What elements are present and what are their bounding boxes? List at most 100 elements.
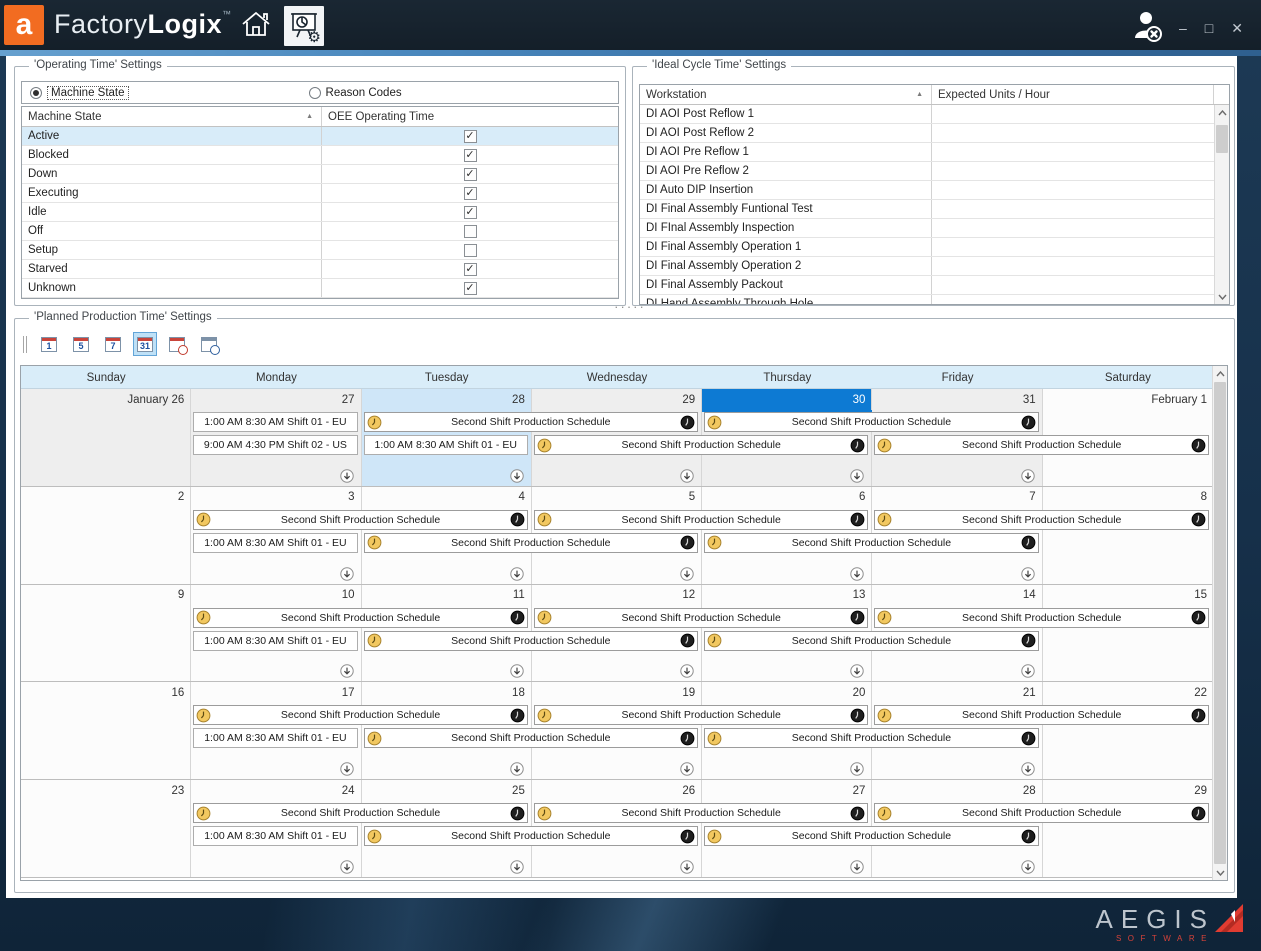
schedule-appointment[interactable]: Second Shift Production Schedule [364, 728, 699, 748]
machine-state-row[interactable]: Unknown✓ [22, 279, 618, 298]
scroll-down-button[interactable] [1213, 865, 1227, 880]
workstation-row[interactable]: DI Final Assembly Packout0 [640, 276, 1229, 295]
schedule-appointment[interactable]: Second Shift Production Schedule [704, 412, 1039, 432]
machine-state-row[interactable]: Down✓ [22, 165, 618, 184]
calendar-scrollbar[interactable] [1212, 366, 1227, 880]
schedule-appointment[interactable]: Second Shift Production Schedule [364, 826, 699, 846]
more-events-indicator[interactable] [680, 567, 694, 581]
schedule-appointment[interactable]: Second Shift Production Schedule [193, 803, 528, 823]
schedule-appointment[interactable]: Second Shift Production Schedule [874, 435, 1209, 455]
workstation-row[interactable]: DI AOI Post Reflow 10 [640, 105, 1229, 124]
workstation-row[interactable]: DI Final Assembly Operation 10 [640, 238, 1229, 257]
expected-units-per-hour-value[interactable]: 0 [932, 276, 1229, 294]
shift-appointment[interactable]: 1:00 AM 8:30 AM Shift 01 - EU [193, 826, 357, 846]
expected-units-per-hour-value[interactable]: 0 [932, 257, 1229, 275]
expected-units-per-hour-value[interactable]: 0 [932, 162, 1229, 180]
shift-appointment[interactable]: 1:00 AM 8:30 AM Shift 01 - EU [193, 728, 357, 748]
more-events-indicator[interactable] [1021, 469, 1035, 483]
time-scale-view-button[interactable] [197, 332, 221, 356]
more-events-indicator[interactable] [340, 469, 354, 483]
toolbar-drag-handle[interactable] [23, 336, 27, 353]
machine-state-row[interactable]: Active✓ [22, 127, 618, 146]
oee-operating-time-checkbox[interactable]: ✓ [464, 149, 477, 162]
more-events-indicator[interactable] [680, 762, 694, 776]
more-events-indicator[interactable] [850, 664, 864, 678]
schedule-appointment[interactable]: Second Shift Production Schedule [534, 510, 869, 530]
machine-state-row[interactable]: Blocked✓ [22, 146, 618, 165]
month-view-button[interactable]: 31 [133, 332, 157, 356]
shift-appointment[interactable]: 1:00 AM 8:30 AM Shift 01 - EU [364, 435, 528, 455]
calendar-day-cell[interactable]: 2 [21, 487, 191, 584]
more-events-indicator[interactable] [1021, 567, 1035, 581]
more-events-indicator[interactable] [680, 469, 694, 483]
more-events-indicator[interactable] [850, 860, 864, 874]
expected-units-per-hour-value[interactable]: 0 [932, 200, 1229, 218]
scroll-up-button[interactable] [1215, 105, 1229, 120]
calendar-day-cell[interactable]: 15 [1043, 585, 1213, 682]
oee-operating-time-checkbox[interactable] [464, 244, 477, 257]
more-events-indicator[interactable] [510, 469, 524, 483]
more-events-indicator[interactable] [340, 664, 354, 678]
scroll-down-button[interactable] [1215, 289, 1229, 304]
schedule-appointment[interactable]: Second Shift Production Schedule [874, 608, 1209, 628]
workstation-row[interactable]: DI Auto DIP Insertion0 [640, 181, 1229, 200]
work-week-view-button[interactable]: 5 [69, 332, 93, 356]
expected-units-per-hour-value[interactable]: 0 [932, 105, 1229, 123]
schedule-appointment[interactable]: Second Shift Production Schedule [704, 728, 1039, 748]
more-events-indicator[interactable] [510, 762, 524, 776]
expected-units-per-hour-value[interactable]: 0 [932, 181, 1229, 199]
schedule-appointment[interactable]: Second Shift Production Schedule [704, 631, 1039, 651]
shift-appointment[interactable]: 1:00 AM 8:30 AM Shift 01 - EU [193, 631, 357, 651]
more-events-indicator[interactable] [680, 860, 694, 874]
shift-appointment[interactable]: 1:00 AM 8:30 AM Shift 01 - EU [193, 412, 357, 432]
expected-units-per-hour-value[interactable]: 0 [932, 219, 1229, 237]
machine-state-row[interactable]: Setup [22, 241, 618, 260]
more-events-indicator[interactable] [1021, 664, 1035, 678]
timeline-view-button[interactable] [165, 332, 189, 356]
schedule-appointment[interactable]: Second Shift Production Schedule [874, 705, 1209, 725]
calendar-day-cell[interactable]: 9 [21, 585, 191, 682]
more-events-indicator[interactable] [510, 567, 524, 581]
workstation-row[interactable]: DI FInal Assembly Inspection0 [640, 219, 1229, 238]
schedule-appointment[interactable]: Second Shift Production Schedule [534, 705, 869, 725]
more-events-indicator[interactable] [1021, 860, 1035, 874]
radio-machine-state[interactable]: Machine State [30, 86, 129, 100]
oee-operating-time-checkbox[interactable]: ✓ [464, 282, 477, 295]
calendar-day-cell[interactable]: January 26 [21, 389, 191, 486]
oee-operating-time-checkbox[interactable] [464, 225, 477, 238]
column-header-machine-state[interactable]: Machine State ▲ [22, 107, 322, 126]
oee-operating-time-checkbox[interactable]: ✓ [464, 187, 477, 200]
machine-state-row[interactable]: Executing✓ [22, 184, 618, 203]
calendar-day-cell[interactable]: 29 [1043, 780, 1213, 877]
more-events-indicator[interactable] [1021, 762, 1035, 776]
more-events-indicator[interactable] [340, 567, 354, 581]
workstation-row[interactable]: DI AOI Pre Reflow 10 [640, 143, 1229, 162]
workstation-table-scrollbar[interactable] [1214, 105, 1229, 304]
schedule-appointment[interactable]: Second Shift Production Schedule [534, 608, 869, 628]
schedule-appointment[interactable]: Second Shift Production Schedule [704, 533, 1039, 553]
column-header-expected-units[interactable]: Expected Units / Hour [932, 85, 1214, 104]
calendar-day-cell[interactable]: 16 [21, 682, 191, 779]
minimize-button[interactable]: – [1179, 20, 1187, 36]
schedule-appointment[interactable]: Second Shift Production Schedule [193, 608, 528, 628]
more-events-indicator[interactable] [510, 664, 524, 678]
close-button[interactable]: ✕ [1231, 20, 1243, 36]
expected-units-per-hour-value[interactable]: 0 [932, 295, 1229, 304]
schedule-appointment[interactable]: Second Shift Production Schedule [193, 510, 528, 530]
scroll-thumb[interactable] [1214, 382, 1226, 864]
schedule-appointment[interactable]: Second Shift Production Schedule [193, 705, 528, 725]
machine-state-row[interactable]: Starved✓ [22, 260, 618, 279]
scroll-up-button[interactable] [1213, 366, 1227, 381]
home-button[interactable] [236, 6, 276, 46]
oee-operating-time-checkbox[interactable]: ✓ [464, 263, 477, 276]
more-events-indicator[interactable] [680, 664, 694, 678]
horizontal-splitter[interactable]: ····· [610, 303, 650, 311]
maximize-button[interactable]: □ [1205, 20, 1213, 36]
schedule-appointment[interactable]: Second Shift Production Schedule [364, 412, 699, 432]
calendar-day-cell[interactable]: 23 [21, 780, 191, 877]
more-events-indicator[interactable] [850, 469, 864, 483]
machine-state-row[interactable]: Off [22, 222, 618, 241]
expected-units-per-hour-value[interactable]: 0 [932, 143, 1229, 161]
workstation-row[interactable]: DI AOI Post Reflow 20 [640, 124, 1229, 143]
shift-appointment[interactable]: 1:00 AM 8:30 AM Shift 01 - EU [193, 533, 357, 553]
